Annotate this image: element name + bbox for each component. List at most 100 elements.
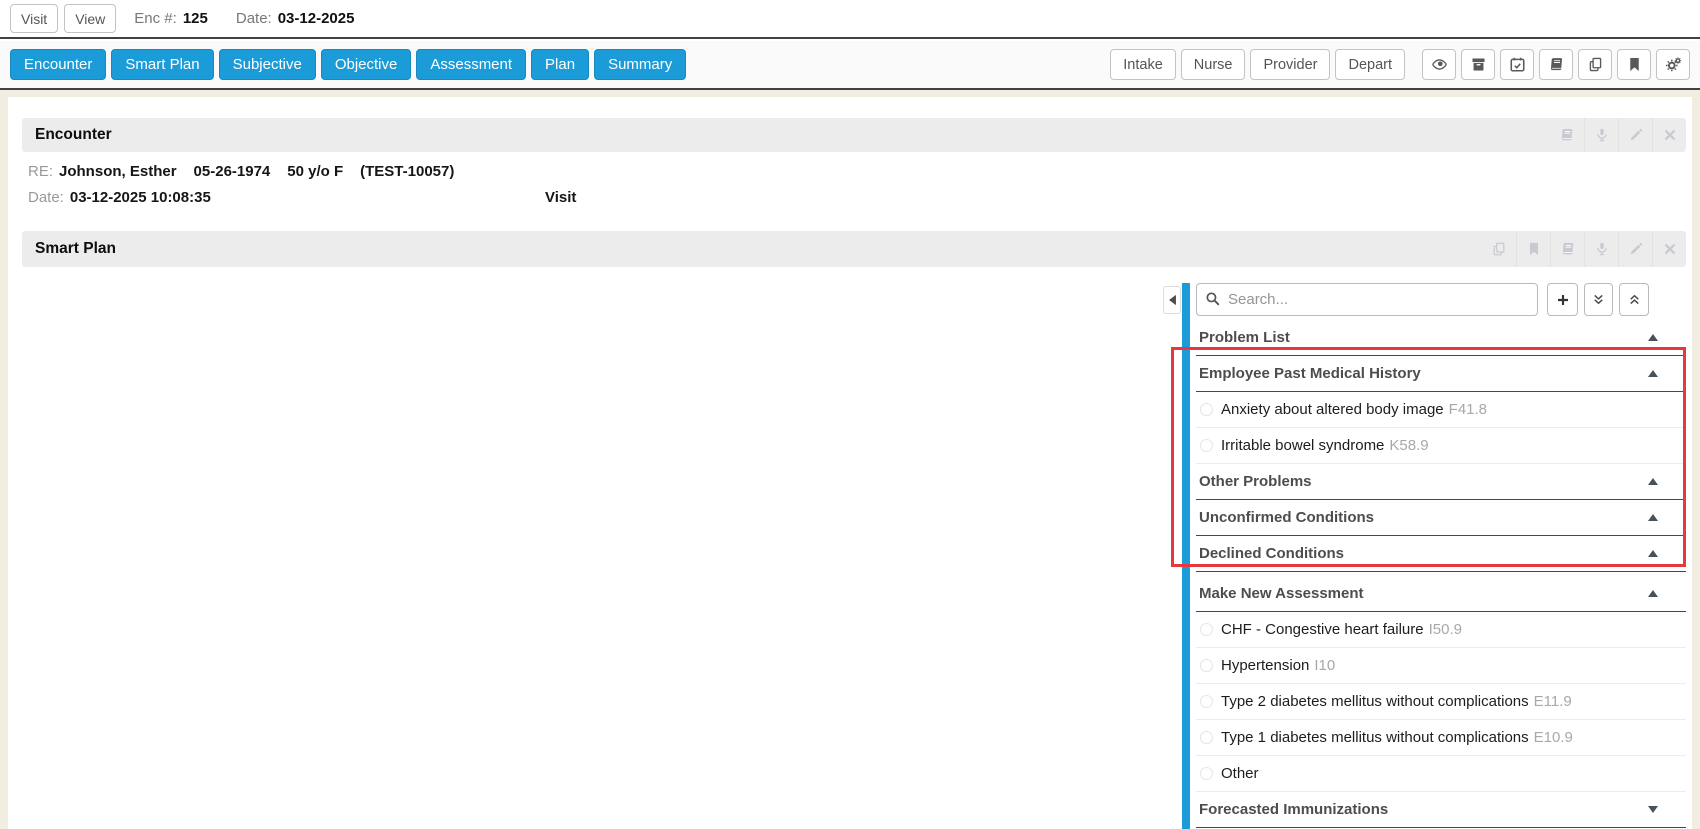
section-header-make-new-assessment[interactable]: Make New Assessment <box>1196 576 1686 612</box>
condition-item-chf-congestive-heart-failure[interactable]: CHF - Congestive heart failureI50.9 <box>1196 612 1686 648</box>
pencil-button[interactable] <box>1618 231 1652 267</box>
pencil-icon <box>1628 127 1644 143</box>
book-button[interactable] <box>1550 118 1584 152</box>
condition-name: Hypertension <box>1221 657 1309 674</box>
section-header-problem-list[interactable]: Problem List <box>1196 320 1686 356</box>
collapse-all-button[interactable] <box>1619 283 1649 316</box>
condition-name: Irritable bowel syndrome <box>1221 437 1384 454</box>
bookmark-icon <box>1526 241 1542 257</box>
eye-button[interactable] <box>1422 49 1456 80</box>
radio-circle[interactable] <box>1200 659 1213 672</box>
encounter-date-label: Date: <box>28 189 64 206</box>
copy-button[interactable] <box>1482 231 1516 267</box>
section-header-forecasted-immunizations[interactable]: Forecasted Immunizations <box>1196 792 1686 828</box>
tab-encounter[interactable]: Encounter <box>10 49 106 80</box>
icd-code: F41.8 <box>1449 401 1487 418</box>
visit-button[interactable]: Visit <box>10 4 58 33</box>
section-make-new-assessment: Make New Assessment CHF - Congestive hear… <box>1196 576 1686 792</box>
close-button[interactable] <box>1652 118 1686 152</box>
tab-objective[interactable]: Objective <box>321 49 412 80</box>
tab-smart-plan[interactable]: Smart Plan <box>111 49 213 80</box>
condition-item-anxiety-about-altered-body-image[interactable]: Anxiety about altered body imageF41.8 <box>1196 392 1686 428</box>
section-header-employee-past-medical-history[interactable]: Employee Past Medical History <box>1196 356 1686 392</box>
nurse-button[interactable]: Nurse <box>1181 49 1246 80</box>
section-title: Forecasted Immunizations <box>1199 801 1388 818</box>
copy-button[interactable] <box>1578 49 1612 80</box>
archive-box-button[interactable] <box>1461 49 1495 80</box>
condition-item-type-1-diabetes-mellitus-without-complications[interactable]: Type 1 diabetes mellitus without complic… <box>1196 720 1686 756</box>
caret-up-icon <box>1648 370 1658 377</box>
tab-summary[interactable]: Summary <box>594 49 686 80</box>
icd-code: I50.9 <box>1429 621 1462 638</box>
book-button[interactable] <box>1539 49 1573 80</box>
radio-circle[interactable] <box>1200 439 1213 452</box>
panel-splitter-bar[interactable] <box>1182 283 1190 829</box>
radio-circle[interactable] <box>1200 403 1213 416</box>
book-button[interactable] <box>1550 231 1584 267</box>
patient-name: Johnson, Esther <box>59 163 177 180</box>
condition-item-other[interactable]: Other <box>1196 756 1686 792</box>
condition-name: Type 1 diabetes mellitus without complic… <box>1221 729 1529 746</box>
tab-subjective[interactable]: Subjective <box>219 49 316 80</box>
calendar-check-button[interactable] <box>1500 49 1534 80</box>
patient-age-sex: 50 y/o F <box>287 163 343 180</box>
section-header-other-problems[interactable]: Other Problems <box>1196 464 1686 500</box>
encounter-meta: Enc #: 125 Date: 03-12-2025 <box>134 10 354 27</box>
book-icon <box>1559 127 1575 143</box>
view-button[interactable]: View <box>64 4 116 33</box>
icd-code: E11.9 <box>1534 693 1572 710</box>
section-header-unconfirmed-conditions[interactable]: Unconfirmed Conditions <box>1196 500 1686 536</box>
tab-plan[interactable]: Plan <box>531 49 589 80</box>
microphone-button[interactable] <box>1584 231 1618 267</box>
pencil-icon <box>1628 241 1644 257</box>
bookmark-button[interactable] <box>1516 231 1550 267</box>
caret-up-icon <box>1648 550 1658 557</box>
condition-name: Type 2 diabetes mellitus without complic… <box>1221 693 1529 710</box>
radio-circle[interactable] <box>1200 695 1213 708</box>
encounter-header-bar: Encounter <box>22 118 1686 152</box>
condition-name: Other <box>1221 765 1259 782</box>
add-button[interactable] <box>1547 283 1578 316</box>
icd-code: E10.9 <box>1534 729 1573 746</box>
gears-icon <box>1665 56 1682 73</box>
radio-circle[interactable] <box>1200 731 1213 744</box>
panel-collapse-button[interactable] <box>1163 286 1181 314</box>
section-declined-conditions: Declined Conditions <box>1196 536 1686 572</box>
gears-button[interactable] <box>1656 49 1690 80</box>
encounter-toolbar <box>1550 118 1686 152</box>
re-label: RE: <box>28 163 53 180</box>
panel-section-list: Problem List Employee Past Medical Histor… <box>1196 320 1686 828</box>
patient-dob: 05-26-1974 <box>194 163 271 180</box>
microphone-button[interactable] <box>1584 118 1618 152</box>
section-title: Make New Assessment <box>1199 585 1364 602</box>
icd-code: I10 <box>1314 657 1335 674</box>
radio-circle[interactable] <box>1200 623 1213 636</box>
close-button[interactable] <box>1652 231 1686 267</box>
top-bar: Visit View Enc #: 125 Date: 03-12-2025 <box>0 0 1700 39</box>
close-icon <box>1662 241 1678 257</box>
condition-item-irritable-bowel-syndrome[interactable]: Irritable bowel syndrome K58.9 <box>1196 428 1686 464</box>
copy-icon <box>1491 241 1507 257</box>
smart-plan-header-bar: Smart Plan <box>22 231 1686 267</box>
caret-up-icon <box>1648 514 1658 521</box>
radio-circle[interactable] <box>1200 767 1213 780</box>
caret-up-icon <box>1648 590 1658 597</box>
encounter-title: Encounter <box>22 126 112 144</box>
depart-button[interactable]: Depart <box>1335 49 1405 80</box>
tab-assessment[interactable]: Assessment <box>416 49 526 80</box>
bookmark-button[interactable] <box>1617 49 1651 80</box>
provider-button[interactable]: Provider <box>1250 49 1330 80</box>
section-title: Employee Past Medical History <box>1199 365 1421 382</box>
condition-item-hypertension[interactable]: Hypertension I10 <box>1196 648 1686 684</box>
section-header-declined-conditions[interactable]: Declined Conditions <box>1196 536 1686 572</box>
caret-down-icon <box>1648 806 1658 813</box>
expand-all-button[interactable] <box>1584 283 1613 316</box>
icd-code: K58.9 <box>1389 437 1428 454</box>
search-input[interactable] <box>1196 283 1538 316</box>
caret-up-icon <box>1648 478 1658 485</box>
section-other-problems: Other Problems <box>1196 464 1686 500</box>
pencil-button[interactable] <box>1618 118 1652 152</box>
condition-item-type-2-diabetes-mellitus-without-complications[interactable]: Type 2 diabetes mellitus without complic… <box>1196 684 1686 720</box>
section-title: Unconfirmed Conditions <box>1199 509 1374 526</box>
intake-button[interactable]: Intake <box>1110 49 1176 80</box>
